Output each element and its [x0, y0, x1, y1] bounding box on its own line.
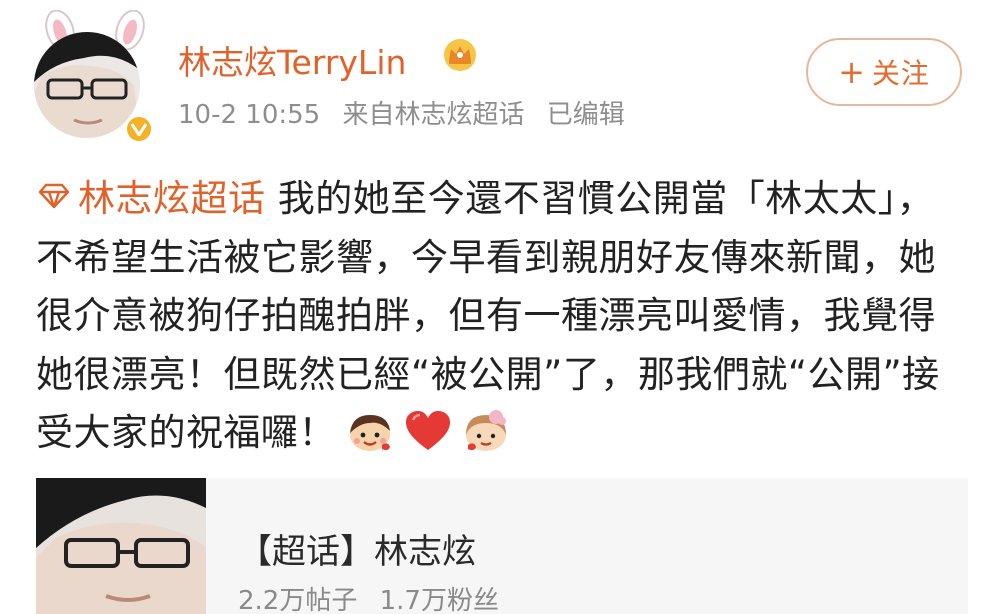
topic-label[interactable]: 林志炫超话: [78, 177, 266, 220]
diamond-topic-icon: [38, 183, 70, 209]
edited-label[interactable]: 已编辑: [547, 100, 625, 130]
topic-post-count: 2.2万帖子: [238, 586, 358, 614]
topic-fan-count: 1.7万粉丝: [379, 586, 499, 614]
post-source[interactable]: 来自林志炫超话: [342, 100, 524, 130]
super-topic-card[interactable]: 【超话】林志炫 2.2万帖子 1.7万粉丝: [36, 478, 968, 614]
post-time[interactable]: 10-2 10:55: [178, 100, 320, 130]
follow-button[interactable]: + 关注: [806, 38, 962, 106]
girl-emoji: [466, 410, 506, 451]
crown-icon[interactable]: [441, 38, 479, 72]
avatar[interactable]: [34, 32, 140, 138]
topic-card-stats: 2.2万帖子 1.7万粉丝: [238, 580, 513, 614]
avatar-photo: [34, 32, 140, 138]
red-heart-emoji: [406, 411, 450, 450]
verified-badge-icon: [124, 114, 154, 144]
plus-icon: +: [838, 53, 866, 91]
author-name[interactable]: 林志炫TerryLin: [178, 36, 406, 84]
super-topic-link[interactable]: 林志炫超话: [36, 177, 266, 220]
post-content: 林志炫超话 我的她至今還不習慣公開當「林太太」，不希望生活被它影響，今早看到親朋…: [36, 170, 946, 463]
author-avatar-area[interactable]: [28, 10, 154, 144]
topic-cover-image: [36, 478, 206, 614]
follow-label: 关注: [871, 57, 930, 90]
topic-card-title[interactable]: 【超话】林志炫: [238, 524, 476, 573]
post-meta: 10-2 10:55 来自林志炫超话 已编辑: [178, 94, 639, 131]
boy-smile-emoji: [350, 415, 390, 451]
